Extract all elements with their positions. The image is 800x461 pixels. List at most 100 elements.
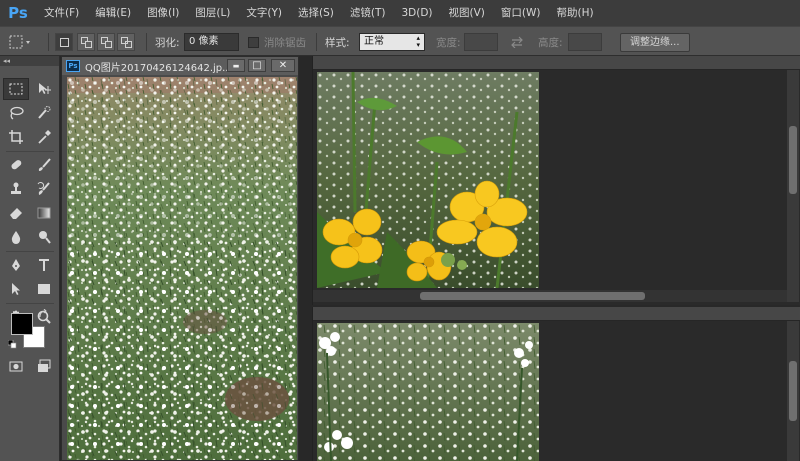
gradient-icon <box>37 207 51 219</box>
tool-preset-picker[interactable] <box>8 27 32 57</box>
minimize-button[interactable]: ▬ <box>227 59 245 72</box>
menu-item[interactable]: 编辑(E) <box>87 0 139 26</box>
yellow-flowers-photo <box>317 72 539 288</box>
crop-tool[interactable] <box>3 126 29 148</box>
vertical-scrollbar-top[interactable] <box>787 70 799 291</box>
style-select-value: 正常 <box>364 36 384 47</box>
refine-edge-button[interactable]: 调整边缘... <box>620 32 690 52</box>
selection-add-button[interactable] <box>77 27 95 57</box>
document-canvas[interactable] <box>67 77 297 460</box>
feather-input[interactable]: 0 像素 <box>184 33 239 51</box>
swap-colors-icon[interactable] <box>38 309 48 319</box>
path-selection-icon <box>12 283 20 295</box>
swap-dimensions-button[interactable] <box>510 27 524 57</box>
rectangle-tool[interactable] <box>31 278 57 300</box>
screen-mode-button[interactable] <box>31 355 57 377</box>
style-select[interactable]: 正常 ▴ ▾ <box>359 33 425 51</box>
menu-item[interactable]: 图像(I) <box>139 0 187 26</box>
scroll-corner <box>787 290 799 302</box>
scroll-thumb[interactable] <box>789 361 797 421</box>
pen-icon <box>12 259 20 271</box>
document-canvas-top[interactable] <box>317 72 539 288</box>
scroll-thumb[interactable] <box>420 292 645 300</box>
horizontal-scrollbar-top[interactable] <box>313 290 787 302</box>
flower-field-photo <box>67 77 297 460</box>
tools-panel: ◂◂ <box>0 56 60 461</box>
subtract-selection-icon <box>97 33 115 51</box>
new-selection-icon <box>55 33 73 51</box>
quick-selection-tool[interactable] <box>31 102 57 124</box>
dodge-tool[interactable] <box>31 226 57 248</box>
width-label: 宽度: <box>436 36 461 49</box>
document-canvas-bottom[interactable] <box>317 323 539 461</box>
intersect-selection-icon <box>117 33 135 51</box>
menu-item[interactable]: 视图(V) <box>441 0 493 26</box>
pen-tool[interactable] <box>3 254 29 276</box>
history-brush-tool[interactable] <box>31 178 57 200</box>
blur-tool[interactable] <box>3 226 29 248</box>
vertical-scrollbar-bottom[interactable] <box>787 321 799 461</box>
restore-icon: □ <box>252 60 262 71</box>
rectangle-icon <box>38 284 50 294</box>
antialias-checkbox[interactable]: 消除锯齿 <box>248 27 306 57</box>
eraser-tool[interactable] <box>3 202 29 224</box>
ps-document-icon: Ps <box>66 60 80 72</box>
type-icon <box>39 259 49 271</box>
marquee-preset-icon <box>9 35 30 49</box>
eyedropper-tool[interactable] <box>31 126 57 148</box>
eyedropper-icon <box>38 130 51 144</box>
panel-collapse-icon[interactable]: ◂◂ <box>0 56 59 66</box>
minimize-icon: ▬ <box>232 61 240 70</box>
menu-item[interactable]: 文件(F) <box>36 0 87 26</box>
type-tool[interactable] <box>31 254 57 276</box>
move-tool[interactable] <box>31 78 57 100</box>
selection-intersect-button[interactable] <box>117 27 135 57</box>
document-title: QQ图片20170426124642.jp... <box>85 62 232 74</box>
quick-mask-button[interactable] <box>3 355 29 377</box>
menu-item[interactable]: 滤镜(T) <box>342 0 394 26</box>
path-selection-tool[interactable] <box>3 278 29 300</box>
rectangular-marquee-tool[interactable] <box>3 78 29 100</box>
style-label: 样式: <box>325 36 350 49</box>
foreground-color-swatch[interactable] <box>11 313 33 335</box>
drop-icon <box>11 231 21 244</box>
lasso-tool[interactable] <box>3 102 29 124</box>
selection-subtract-button[interactable] <box>97 27 115 57</box>
gradient-tool[interactable] <box>31 202 57 224</box>
feather-label: 羽化: <box>155 36 180 49</box>
screen-mode-icon <box>38 359 51 372</box>
close-icon: ✕ <box>278 60 288 71</box>
photoshop-window: Ps 文件(F) 编辑(E) 图像(I) 图层(L) 文字(Y) 选择(S) 滤镜(T) 3D… <box>0 0 800 461</box>
bandage-icon <box>11 160 22 170</box>
restore-button[interactable]: □ <box>248 59 266 72</box>
spot-healing-brush-tool[interactable] <box>3 154 29 176</box>
brush-icon <box>38 158 51 171</box>
close-button[interactable]: ✕ <box>271 59 295 72</box>
width-input[interactable] <box>464 33 498 51</box>
menu-item[interactable]: 3D(D) <box>393 0 440 26</box>
ps-logo: Ps <box>8 4 28 22</box>
dodge-icon <box>39 231 51 244</box>
menu-item[interactable]: 选择(S) <box>290 0 342 26</box>
height-input[interactable] <box>568 33 602 51</box>
clone-stamp-tool[interactable] <box>3 178 29 200</box>
menu-item[interactable]: 文字(Y) <box>238 0 290 26</box>
scroll-thumb[interactable] <box>789 126 797 194</box>
lasso-icon <box>10 106 24 120</box>
menu-item[interactable]: 帮助(H) <box>549 0 602 26</box>
history-brush-icon <box>37 181 50 195</box>
antialias-check-icon <box>248 36 259 48</box>
default-colors-icon[interactable] <box>8 340 18 350</box>
menu-items: 文件(F) 编辑(E) 图像(I) 图层(L) 文字(Y) 选择(S) 滤镜(T) 3D(D)… <box>36 0 602 26</box>
document-tab-bar <box>313 56 800 70</box>
height-label: 高度: <box>538 36 563 49</box>
menu-item[interactable]: 图层(L) <box>187 0 238 26</box>
menu-item[interactable]: 窗口(W) <box>493 0 549 26</box>
document-title-bar[interactable]: Ps QQ图片20170426124642.jp... ▬ □ ✕ <box>62 57 298 75</box>
antialias-label: 消除锯齿 <box>264 36 306 49</box>
brush-tool[interactable] <box>31 154 57 176</box>
crop-icon <box>9 130 23 144</box>
selection-new-button[interactable] <box>55 27 73 57</box>
swap-arrows-icon <box>511 36 523 48</box>
add-selection-icon <box>77 33 95 51</box>
